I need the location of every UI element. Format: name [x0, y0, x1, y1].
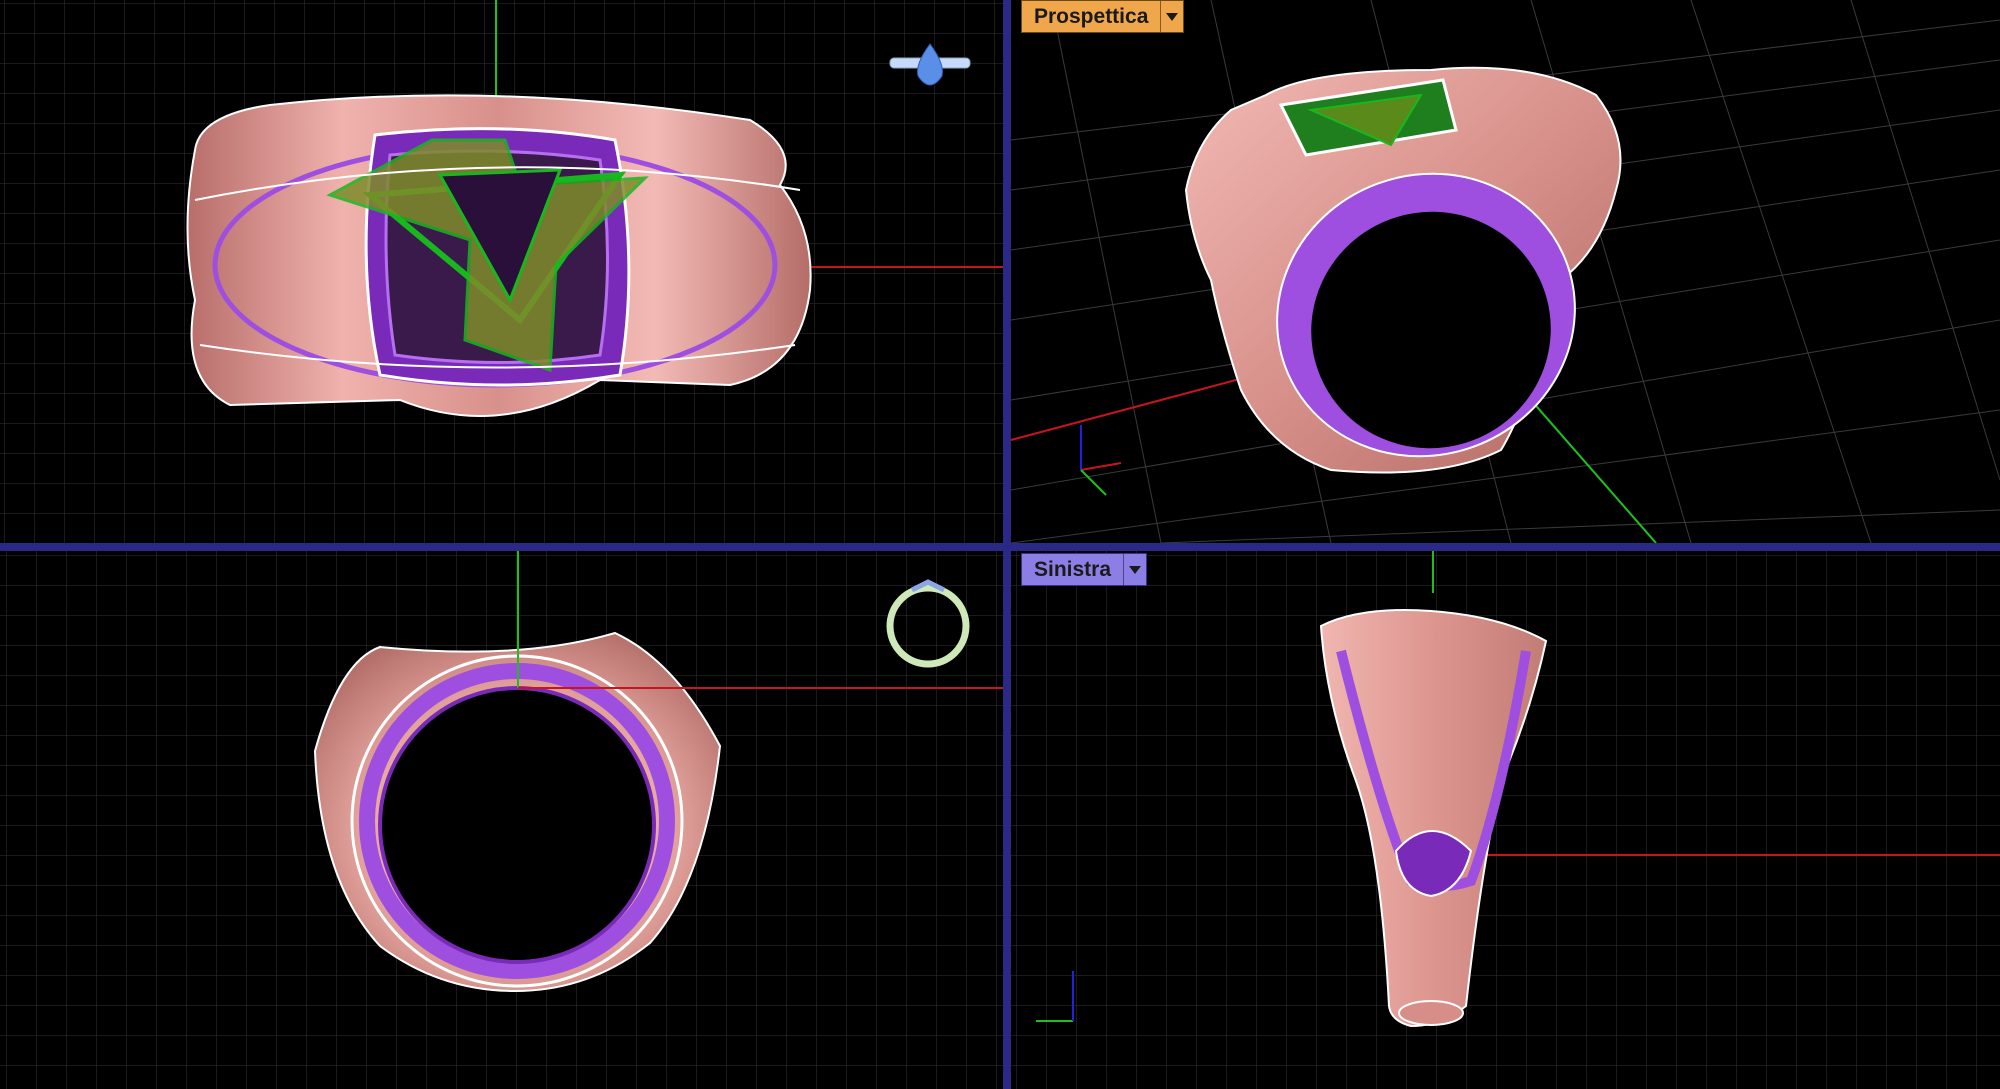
front-view-canvas: [0, 551, 1003, 1089]
viewport-perspective[interactable]: Prospettica: [1011, 0, 2000, 543]
triangle-down-icon[interactable]: [1123, 554, 1146, 585]
viewport-title[interactable]: Prospettica: [1022, 1, 1160, 32]
ring-model-top[interactable]: [186, 94, 812, 417]
viewport-front[interactable]: [0, 551, 1003, 1089]
viewport-left[interactable]: Sinistra: [1011, 551, 2000, 1089]
ring-model-perspective[interactable]: [1184, 66, 1622, 498]
left-view-canvas: [1011, 551, 2000, 1089]
top-view-canvas: [0, 0, 1003, 543]
triangle-down-icon[interactable]: [1160, 1, 1183, 32]
viewport-tab-left[interactable]: Sinistra: [1021, 553, 1148, 586]
viewport-tab-perspective[interactable]: Prospettica: [1021, 0, 1185, 33]
perspective-canvas: [1011, 0, 2000, 543]
viewport-title[interactable]: Sinistra: [1022, 554, 1123, 585]
viewport-top[interactable]: [0, 0, 1003, 543]
axis-triad: [1080, 425, 1122, 496]
horizontal-splitter[interactable]: [0, 543, 2000, 551]
